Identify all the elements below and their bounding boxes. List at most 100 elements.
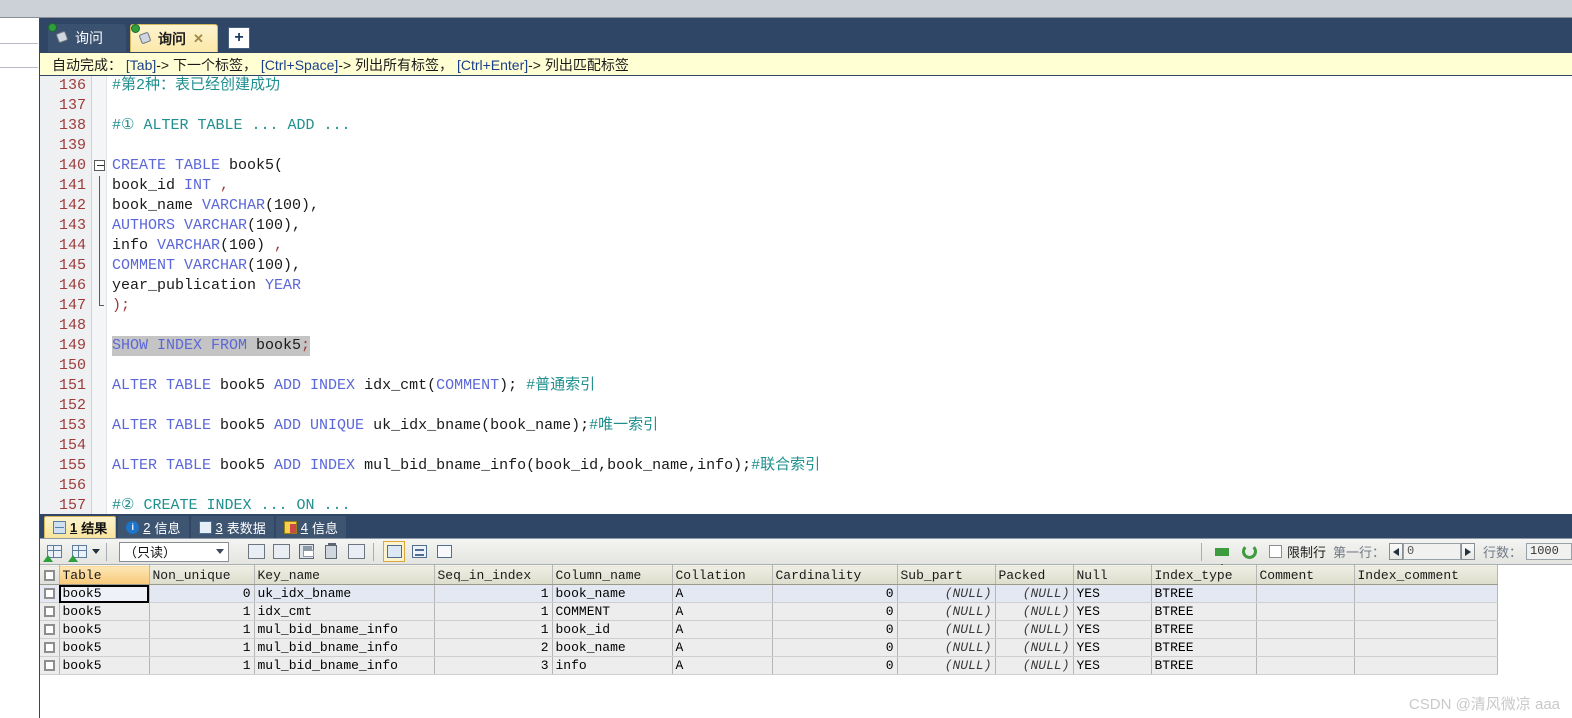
grid-cell[interactable]: mul_bid_bname_info <box>254 638 435 657</box>
grid-cell[interactable] <box>1256 602 1355 621</box>
row-checkbox[interactable] <box>43 606 55 618</box>
select-all-header[interactable] <box>40 565 60 585</box>
grid-cell[interactable]: book_id <box>552 620 673 639</box>
grid-cell[interactable]: 1 <box>434 620 553 639</box>
row-select-cell[interactable] <box>40 602 60 621</box>
code-line[interactable]: 145 COMMENT VARCHAR(100), <box>40 256 1572 276</box>
first-row-input[interactable]: 0 <box>1402 543 1461 560</box>
filter-button[interactable] <box>1211 541 1233 569</box>
row-checkbox[interactable] <box>43 642 55 654</box>
grid-cell[interactable]: 1 <box>149 638 255 657</box>
refresh-button[interactable] <box>1239 541 1261 562</box>
grid-row[interactable]: book5 1 mul_bid_bname_info 2 book_name A 0 (NUL… <box>40 638 1498 657</box>
grid-cell[interactable] <box>1256 620 1355 639</box>
grid-header-seq_in_index[interactable]: Seq_in_index <box>434 565 553 585</box>
grid-header-index_comment[interactable]: Index_comment <box>1354 565 1498 585</box>
grid-cell[interactable]: COMMENT <box>552 602 673 621</box>
grid-cell[interactable]: (NULL) <box>995 584 1074 603</box>
grid-cell[interactable]: 0 <box>149 584 255 603</box>
code-line[interactable]: 153 ALTER TABLE book5 ADD UNIQUE uk_idx_b… <box>40 416 1572 436</box>
grid-cell[interactable]: BTREE <box>1151 602 1257 621</box>
new-tab-button[interactable]: + <box>228 27 250 49</box>
editor-tab-query-2[interactable]: 询问 ✕ <box>130 24 218 52</box>
edit-mode-select[interactable]: （只读） <box>119 541 229 562</box>
grid-cell[interactable] <box>1354 638 1498 657</box>
results-tab-2[interactable]: i 2 信息 <box>118 516 189 538</box>
grid-cell[interactable]: info <box>552 656 673 675</box>
chevron-down-icon[interactable] <box>92 549 100 554</box>
text-view-button[interactable] <box>433 541 455 562</box>
row-select-cell[interactable] <box>40 620 60 639</box>
grid-cell[interactable]: A <box>672 584 773 603</box>
grid-cell[interactable]: (NULL) <box>897 602 996 621</box>
duplicate-record-button[interactable] <box>68 541 90 562</box>
results-tab-3[interactable]: 3 表数据 <box>190 516 274 538</box>
grid-cell[interactable]: book5 <box>59 638 150 657</box>
grid-cell[interactable]: (NULL) <box>995 602 1074 621</box>
grid-header-cardinality[interactable]: Cardinality <box>772 565 898 585</box>
grid-cell[interactable]: book5 <box>59 656 150 675</box>
grid-cell[interactable]: YES <box>1073 584 1152 603</box>
grid-cell[interactable]: BTREE <box>1151 638 1257 657</box>
grid-header-non_unique[interactable]: Non_unique <box>149 565 255 585</box>
grid-row[interactable]: book5 0 uk_idx_bname 1 book_name A 0 (NULL) (NUL… <box>40 584 1498 603</box>
cancel-record-button[interactable] <box>345 541 367 562</box>
code-line[interactable]: 148 <box>40 316 1572 336</box>
row-checkbox[interactable] <box>43 660 55 672</box>
result-grid-container[interactable]: Table Non_unique Key_name Seq_in_index Colum… <box>40 565 1572 718</box>
grid-cell[interactable]: 0 <box>772 620 898 639</box>
code-line[interactable]: 155 ALTER TABLE book5 ADD INDEX mul_bid_b… <box>40 456 1572 476</box>
code-line[interactable]: 154 <box>40 436 1572 456</box>
stepper-next-button[interactable] <box>1460 543 1475 560</box>
grid-cell[interactable]: mul_bid_bname_info <box>254 620 435 639</box>
first-row-stepper[interactable]: 0 <box>1388 543 1475 560</box>
grid-cell[interactable]: (NULL) <box>897 656 996 675</box>
grid-cell[interactable] <box>1256 584 1355 603</box>
grid-header-sub_part[interactable]: Sub_part <box>897 565 996 585</box>
grid-cell[interactable]: 1 <box>149 656 255 675</box>
grid-cell[interactable]: 1 <box>149 620 255 639</box>
revert-record-button[interactable] <box>270 541 292 562</box>
grid-row[interactable]: book5 1 idx_cmt 1 COMMENT A 0 (NULL) (NULL) YES BT… <box>40 602 1498 621</box>
grid-cell[interactable]: YES <box>1073 638 1152 657</box>
grid-cell[interactable]: A <box>672 620 773 639</box>
grid-cell[interactable]: YES <box>1073 602 1152 621</box>
row-select-cell[interactable] <box>40 584 60 603</box>
grid-cell[interactable]: 2 <box>434 638 553 657</box>
delete-record-button[interactable] <box>320 541 342 562</box>
grid-cell[interactable]: 0 <box>772 602 898 621</box>
code-line[interactable]: 138 #① ALTER TABLE ... ADD ... <box>40 116 1572 136</box>
row-select-cell[interactable] <box>40 638 60 657</box>
grid-cell[interactable]: book5 <box>59 620 150 639</box>
add-record-button[interactable] <box>245 541 267 562</box>
grid-cell[interactable]: 0 <box>772 656 898 675</box>
grid-cell[interactable]: A <box>672 602 773 621</box>
row-select-cell[interactable] <box>40 656 60 675</box>
grid-cell[interactable]: 1 <box>434 602 553 621</box>
row-count-input[interactable]: 1000 <box>1526 543 1572 560</box>
grid-cell[interactable]: (NULL) <box>995 620 1074 639</box>
select-all-checkbox[interactable] <box>43 569 55 581</box>
grid-cell[interactable]: (NULL) <box>897 584 996 603</box>
grid-row[interactable]: book5 1 mul_bid_bname_info 3 info A 0 (NULL) (NU… <box>40 656 1498 675</box>
grid-header-table[interactable]: Table <box>59 565 150 585</box>
grid-cell[interactable] <box>1354 602 1498 621</box>
grid-cell[interactable] <box>1354 584 1498 603</box>
editor-tab-query-1[interactable]: 询问 <box>48 24 126 52</box>
code-line[interactable]: 140 CREATE TABLE book5( <box>40 156 1572 176</box>
grid-header-column_name[interactable]: Column_name <box>552 565 673 585</box>
results-tab-4[interactable]: 4 信息 <box>275 516 346 538</box>
code-line[interactable]: 156 <box>40 476 1572 496</box>
sql-code-editor[interactable]: 136 #第2种：表已经创建成功 137 138 #① ALTER TABLE ... … <box>40 76 1572 514</box>
grid-cell[interactable]: mul_bid_bname_info <box>254 656 435 675</box>
grid-cell[interactable] <box>1354 620 1498 639</box>
grid-cell[interactable]: (NULL) <box>897 638 996 657</box>
limit-rows-checkbox[interactable] <box>1268 545 1282 558</box>
grid-cell[interactable]: (NULL) <box>897 620 996 639</box>
grid-header-comment[interactable]: Comment <box>1256 565 1355 585</box>
fold-collapse-icon[interactable] <box>94 160 105 171</box>
grid-cell[interactable]: book5 <box>59 584 150 603</box>
grid-cell[interactable]: book_name <box>552 584 673 603</box>
grid-cell[interactable]: (NULL) <box>995 638 1074 657</box>
grid-cell[interactable]: 1 <box>434 584 553 603</box>
